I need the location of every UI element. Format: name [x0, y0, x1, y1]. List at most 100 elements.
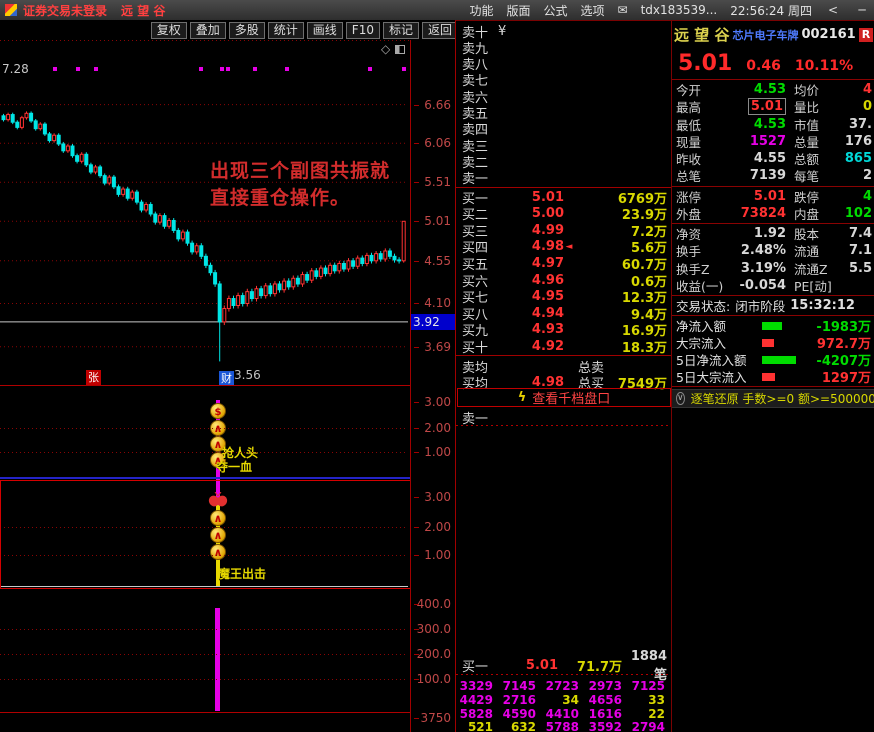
- buy-price: 4.96: [498, 273, 564, 288]
- diamond-icon[interactable]: ◇: [381, 42, 390, 56]
- buy-row-买十[interactable]: 买十4.9218.3万: [456, 338, 671, 354]
- toolbar-button-复权[interactable]: 复权: [151, 22, 187, 39]
- split-window-icon[interactable]: [395, 45, 405, 54]
- minimize-icon[interactable]: ─: [854, 3, 870, 17]
- title-stock-name: 远 望 谷: [121, 2, 165, 19]
- marker-badge-cai[interactable]: 财: [219, 371, 234, 386]
- sell-row-卖七[interactable]: 卖七: [456, 72, 671, 88]
- stock-name[interactable]: 远 望 谷: [674, 24, 729, 45]
- axis-tick: [414, 604, 419, 605]
- quote-label: 外盘: [676, 204, 734, 223]
- sell-row-卖九[interactable]: 卖九: [456, 39, 671, 55]
- quote-label: 流通Z: [786, 259, 842, 278]
- sell-row-卖十[interactable]: 卖十¥: [456, 23, 671, 39]
- quote-row-换手: 换手2.48%流通7.1: [672, 242, 874, 259]
- toolbar-button-统计[interactable]: 统计: [268, 22, 304, 39]
- sell-level-label: 卖一: [462, 168, 498, 187]
- collapse-icon[interactable]: <: [825, 3, 841, 17]
- quote-value-clipped: 0: [842, 99, 874, 114]
- sell-row-卖二[interactable]: 卖二: [456, 153, 671, 169]
- buy-row-买三[interactable]: 买三4.997.2万: [456, 222, 671, 238]
- menu-xuanxiang[interactable]: 选项: [580, 2, 604, 19]
- tick-filter-bar[interactable]: ∨逐笔还原 手数>=0 额>=500000: [672, 389, 874, 408]
- axis-tick: [414, 629, 419, 630]
- buy-price: 4.99: [498, 223, 564, 238]
- tick-grid-cell: 4590: [499, 707, 542, 721]
- view-full-queue-button[interactable]: ϟ 查看千档盘口: [457, 388, 671, 407]
- quote-value: 4.53: [734, 82, 786, 97]
- session-id[interactable]: tdx183539...: [641, 3, 718, 17]
- axis-tick: [414, 555, 419, 556]
- quote-label: 跌停: [786, 187, 842, 206]
- buy-price: 4.97: [498, 256, 564, 271]
- axis-label: 400.0: [415, 597, 454, 611]
- sell-row-卖五[interactable]: 卖五: [456, 105, 671, 121]
- tick-grid-cell: 7125: [628, 679, 671, 693]
- concept-tag[interactable]: 芯片电子车牌: [732, 27, 798, 43]
- tick-grid-cell: 5828: [456, 707, 499, 721]
- stock-code: 002161: [801, 27, 855, 42]
- toolbar-button-画线[interactable]: 画线: [307, 22, 343, 39]
- pane-separator: [0, 385, 455, 386]
- quote-label: 换手: [676, 241, 734, 260]
- sell-row-卖六[interactable]: 卖六: [456, 88, 671, 104]
- buy-row-买九[interactable]: 买九4.9316.9万: [456, 322, 671, 338]
- lightning-icon: ϟ: [518, 390, 527, 405]
- buy-price: 5.01: [498, 190, 564, 205]
- pane-separator: [0, 40, 455, 41]
- quote-row-外盘: 外盘73824内盘102: [672, 205, 874, 222]
- buy-row-买一[interactable]: 买一5.016769万: [456, 189, 671, 205]
- buy-row-买二[interactable]: 买二5.0023.9万: [456, 206, 671, 222]
- menu-banmian[interactable]: 版面: [506, 2, 530, 19]
- menu-gongneng[interactable]: 功能: [469, 2, 493, 19]
- axis-label: 5.51: [415, 175, 454, 189]
- mail-icon[interactable]: ✉: [618, 3, 628, 17]
- buy-row-买五[interactable]: 买五4.9760.7万: [456, 255, 671, 271]
- toolbar-button-标记[interactable]: 标记: [383, 22, 419, 39]
- quote-label: 最低: [676, 115, 734, 134]
- buy-row-买六[interactable]: 买六4.960.6万: [456, 272, 671, 288]
- buy-row-买七[interactable]: 买七4.9512.3万: [456, 289, 671, 305]
- sub-gridline: [0, 679, 408, 680]
- quote-label: 内盘: [786, 204, 842, 223]
- margin-flag: R: [859, 28, 873, 42]
- buy-row-买四[interactable]: 买四4.98◄5.6万: [456, 239, 671, 255]
- tick-grid-cell: 2723: [542, 679, 585, 693]
- marker-badge-zhang[interactable]: 张: [86, 370, 101, 385]
- price-change-pct: 10.11%: [795, 58, 853, 74]
- quote-row-收益(一): 收益(一)-0.054PE[动]: [672, 277, 874, 294]
- quote-row-净资: 净资1.92股本7.4: [672, 225, 874, 242]
- axis-label: 2.00: [415, 520, 454, 534]
- pane-separator: [0, 712, 455, 713]
- tick-grid-row: 4429271634465633: [456, 693, 671, 707]
- toolbar-button-多股[interactable]: 多股: [229, 22, 265, 39]
- menu-gongshi[interactable]: 公式: [543, 2, 567, 19]
- sell-row-卖四[interactable]: 卖四: [456, 121, 671, 137]
- sell-row-卖八[interactable]: 卖八: [456, 56, 671, 72]
- money-flow-row-5日净流入额: 5日净流入额-4207万: [672, 351, 874, 368]
- quote-row-总笔: 总笔7139每笔2: [672, 167, 874, 184]
- toolbar-button-叠加[interactable]: 叠加: [190, 22, 226, 39]
- login-status[interactable]: 证券交易未登录: [23, 2, 107, 19]
- quote-value: 1527: [734, 134, 786, 149]
- trade-status-row: 交易状态:闭市阶段15:32:12: [672, 297, 874, 314]
- sub-gridline: [0, 654, 408, 655]
- toolbar-button-返回[interactable]: 返回: [422, 22, 458, 39]
- quote-label: 每笔: [786, 166, 842, 185]
- candlestick-canvas[interactable]: [0, 40, 408, 385]
- buy-price: 4.92: [498, 339, 564, 354]
- buy-row-买八[interactable]: 买八4.949.4万: [456, 305, 671, 321]
- quote-label: 净资: [676, 224, 734, 243]
- axis-tick: [414, 718, 419, 719]
- chart-annotation: 出现三个副图共振就 直接重仓操作。: [210, 158, 390, 212]
- main-chart-pane[interactable]: 7.28 出现三个副图共振就 直接重仓操作。 ◇ 张 财 3.56 $ ∧ ∧ …: [0, 40, 410, 732]
- axis-label: 5.01: [415, 214, 454, 228]
- toolbar-button-F10[interactable]: F10: [346, 22, 380, 39]
- sell-row-卖一[interactable]: 卖一: [456, 170, 671, 186]
- tick-grid-row: 33297145272329737125: [456, 679, 671, 693]
- axis-tick: [414, 143, 419, 144]
- sell-row-卖三[interactable]: 卖三: [456, 137, 671, 153]
- dotted-divider: [456, 674, 671, 675]
- tick-grid-cell: 4429: [456, 693, 499, 707]
- quote-label: 换手Z: [676, 259, 734, 278]
